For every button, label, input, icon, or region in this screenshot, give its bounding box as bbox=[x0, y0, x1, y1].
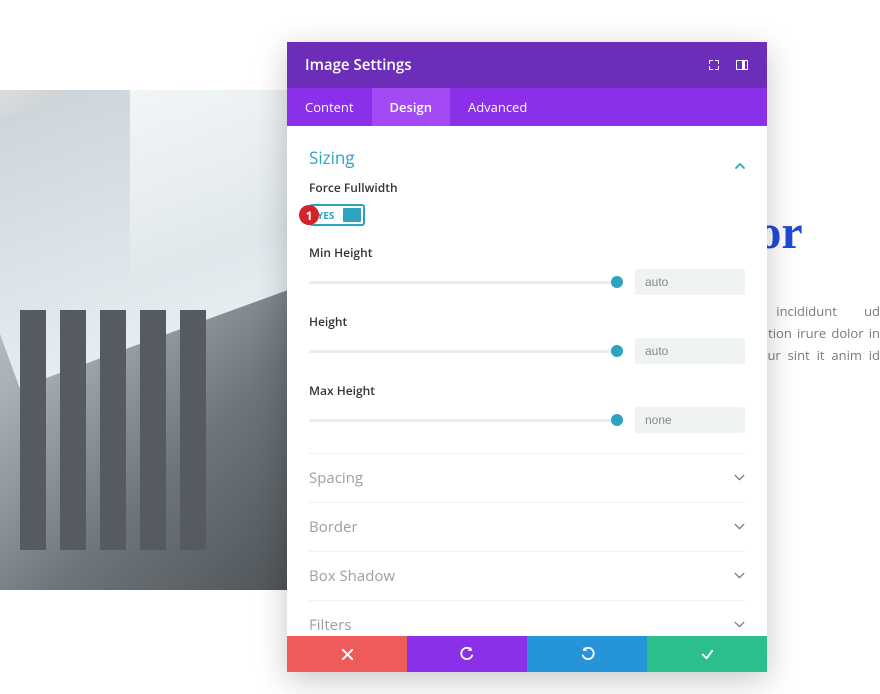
undo-icon bbox=[460, 647, 475, 662]
min-height-slider[interactable] bbox=[309, 273, 617, 291]
section-filters-label: Filters bbox=[309, 615, 351, 635]
max-height-label: Max Height bbox=[309, 382, 745, 399]
modal-header: Image Settings bbox=[287, 42, 767, 88]
cancel-button[interactable] bbox=[287, 636, 407, 672]
tab-content[interactable]: Content bbox=[287, 88, 372, 126]
section-spacing-label: Spacing bbox=[309, 468, 363, 488]
expand-icon[interactable] bbox=[707, 58, 721, 72]
step-marker-1: 1 bbox=[299, 205, 319, 225]
chevron-down-icon bbox=[734, 517, 745, 537]
redo-button[interactable] bbox=[527, 636, 647, 672]
slider-thumb[interactable] bbox=[611, 414, 623, 426]
height-input[interactable] bbox=[635, 338, 745, 364]
max-height-input[interactable] bbox=[635, 407, 745, 433]
section-sizing: Sizing Force Fullwidth 1 YES Min Height bbox=[309, 142, 745, 453]
section-sizing-label: Sizing bbox=[309, 146, 355, 169]
section-border-label: Border bbox=[309, 517, 358, 537]
panel-toggle-icon[interactable] bbox=[735, 58, 749, 72]
force-fullwidth-label: Force Fullwidth bbox=[309, 179, 745, 196]
modal-body[interactable]: Sizing Force Fullwidth 1 YES Min Height bbox=[287, 126, 767, 636]
page-background-image bbox=[0, 90, 290, 590]
max-height-slider[interactable] bbox=[309, 411, 617, 429]
section-box-shadow[interactable]: Box Shadow bbox=[309, 551, 745, 600]
height-label: Height bbox=[309, 313, 745, 330]
image-settings-modal: Image Settings Content Design Advanced S… bbox=[287, 42, 767, 672]
slider-thumb[interactable] bbox=[611, 345, 623, 357]
height-slider[interactable] bbox=[309, 342, 617, 360]
section-box-shadow-label: Box Shadow bbox=[309, 566, 395, 586]
min-height-label: Min Height bbox=[309, 244, 745, 261]
chevron-down-icon bbox=[734, 566, 745, 586]
undo-button[interactable] bbox=[407, 636, 527, 672]
chevron-up-icon bbox=[735, 153, 745, 163]
chevron-down-icon bbox=[734, 615, 745, 635]
check-icon bbox=[700, 647, 715, 662]
redo-icon bbox=[580, 647, 595, 662]
slider-thumb[interactable] bbox=[611, 276, 623, 288]
toggle-knob bbox=[343, 208, 361, 222]
section-filters[interactable]: Filters bbox=[309, 600, 745, 636]
section-sizing-header[interactable]: Sizing bbox=[309, 142, 745, 179]
tab-design[interactable]: Design bbox=[372, 88, 450, 126]
modal-title: Image Settings bbox=[305, 55, 412, 75]
modal-footer bbox=[287, 636, 767, 672]
close-icon bbox=[340, 647, 355, 662]
modal-tabs: Content Design Advanced bbox=[287, 88, 767, 126]
section-border[interactable]: Border bbox=[309, 502, 745, 551]
section-spacing[interactable]: Spacing bbox=[309, 453, 745, 502]
save-button[interactable] bbox=[647, 636, 767, 672]
chevron-down-icon bbox=[734, 468, 745, 488]
tab-advanced[interactable]: Advanced bbox=[450, 88, 545, 126]
min-height-input[interactable] bbox=[635, 269, 745, 295]
